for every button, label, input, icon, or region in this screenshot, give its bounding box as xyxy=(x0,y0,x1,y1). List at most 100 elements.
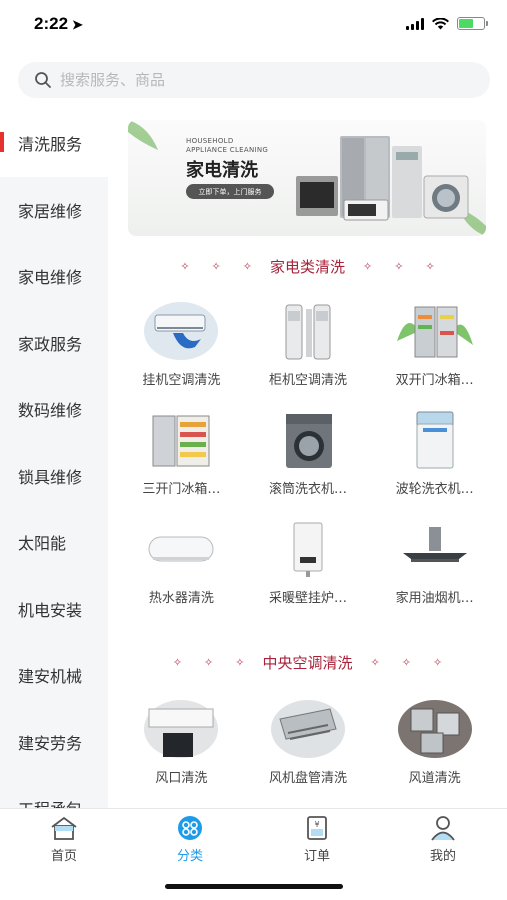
service-item[interactable]: 波轮洗衣机… xyxy=(371,404,498,513)
sidebar-item-home-repair[interactable]: 家居维修 xyxy=(0,177,108,244)
category-sidebar: 清洗服务 家居维修 家电维修 家政服务 数码维修 锁具维修 太阳能 机电安装 建… xyxy=(0,110,108,808)
sidebar-item-cleaning[interactable]: 清洗服务 xyxy=(0,110,108,177)
home-indicator[interactable] xyxy=(165,884,343,889)
service-item[interactable]: 柜机空调清洗 xyxy=(245,295,372,404)
search-icon xyxy=(35,72,51,88)
sidebar-item-label: 家电维修 xyxy=(18,268,83,288)
service-item-label: 风口清洗 xyxy=(155,771,208,786)
section-title-label: 中央空调清洗 xyxy=(262,653,353,672)
status-bar: 2:22 ➤ xyxy=(0,0,507,50)
banner-subtitle-en: APPLIANCE CLEANING xyxy=(186,146,269,154)
appliance-cleaning-banner[interactable]: HOUSEHOLD APPLIANCE CLEANING 家电清洗 立即下单，上… xyxy=(128,120,486,236)
profile-icon xyxy=(431,816,455,841)
sidebar-item-housekeeping[interactable]: 家政服务 xyxy=(0,310,108,377)
sidebar-item-label: 家政服务 xyxy=(18,334,83,354)
sidebar-item-contracting[interactable]: 工程承包 xyxy=(0,775,108,808)
service-item[interactable]: 风口清洗 xyxy=(118,693,245,802)
service-item[interactable]: 热水器清洗 xyxy=(118,513,245,622)
category-icon xyxy=(178,816,202,840)
sidebar-item-label: 数码维修 xyxy=(18,401,83,421)
sidebar-item-appliance-repair[interactable]: 家电维修 xyxy=(0,243,108,310)
service-item-label: 挂机空调清洗 xyxy=(142,373,221,388)
tab-label: 分类 xyxy=(176,849,203,864)
section-title-label: 家电类清洗 xyxy=(269,257,345,276)
cellular-signal-icon xyxy=(406,17,424,30)
banner-title: 家电清洗 xyxy=(186,160,258,181)
service-item[interactable]: 风道清洗 xyxy=(371,693,498,802)
wifi-icon xyxy=(432,17,449,29)
sidebar-item-lock-repair[interactable]: 锁具维修 xyxy=(0,443,108,510)
diamond-decoration-icon: ✧ ✧ ✧ xyxy=(370,655,443,669)
status-icons xyxy=(406,17,488,30)
sidebar-item-label: 工程承包 xyxy=(18,796,82,808)
search-bar[interactable] xyxy=(18,62,490,98)
service-item-label: 双开门冰箱… xyxy=(395,373,474,388)
tab-profile[interactable]: 我的 xyxy=(403,815,483,864)
service-item-label: 三开门冰箱… xyxy=(142,482,221,497)
sidebar-item-label: 锁具维修 xyxy=(18,467,83,487)
service-item-label: 家用油烟机… xyxy=(395,591,474,606)
service-item-label: 滚筒洗衣机… xyxy=(268,482,347,497)
sidebar-item-construction-machinery[interactable]: 建安机械 xyxy=(0,642,108,709)
battery-icon xyxy=(457,17,488,30)
tab-category[interactable]: 分类 xyxy=(150,815,230,864)
sidebar-item-solar[interactable]: 太阳能 xyxy=(0,509,108,576)
section-title-appliance: ✧ ✧ ✧ 家电类清洗 ✧ ✧ ✧ xyxy=(108,254,507,278)
range-hood-icon xyxy=(402,527,467,562)
tab-home[interactable]: 首页 xyxy=(24,815,104,864)
double-door-fridge-icon xyxy=(396,306,473,358)
order-icon: ¥ xyxy=(307,816,327,840)
service-item[interactable]: 挂机空调清洗 xyxy=(118,295,245,404)
wall-boiler-icon xyxy=(293,522,323,577)
air-duct-icon xyxy=(397,700,472,758)
service-item[interactable]: 风机盘管清洗 xyxy=(245,693,372,802)
triple-door-fridge-icon xyxy=(152,415,210,467)
appliances-illustration xyxy=(296,136,469,221)
sidebar-item-mep-install[interactable]: 机电安装 xyxy=(0,576,108,643)
category-content: HOUSEHOLD APPLIANCE CLEANING 家电清洗 立即下单，上… xyxy=(108,110,507,808)
service-item[interactable]: 三开门冰箱… xyxy=(118,404,245,513)
service-grid-central-ac: 风口清洗 风机盘管清洗 风道清洗 xyxy=(118,693,498,802)
sidebar-item-construction-labor[interactable]: 建安劳务 xyxy=(0,709,108,776)
leaf-decoration-icon xyxy=(128,120,158,150)
service-item-label: 热水器清洗 xyxy=(148,591,214,606)
service-item-label: 采暖壁挂炉… xyxy=(268,591,347,606)
sidebar-item-label: 机电安装 xyxy=(18,600,83,620)
service-item-label: 柜机空调清洗 xyxy=(268,373,347,388)
sidebar-item-label: 清洗服务 xyxy=(18,135,83,155)
service-item[interactable]: 双开门冰箱… xyxy=(371,295,498,404)
service-grid-appliance: 挂机空调清洗 柜机空调清洗 双开门冰箱… 三开门冰箱… 滚筒洗衣机… 波轮洗衣机… xyxy=(118,295,498,622)
sidebar-item-label: 家居维修 xyxy=(18,201,83,221)
wall-ac-icon xyxy=(144,302,219,360)
air-vent-icon xyxy=(144,700,219,758)
sidebar-item-label: 太阳能 xyxy=(18,534,67,554)
banner-subtitle-en: HOUSEHOLD xyxy=(186,137,234,145)
sidebar-item-label: 建安机械 xyxy=(18,667,83,687)
sidebar-item-digital-repair[interactable]: 数码维修 xyxy=(0,376,108,443)
tab-label: 首页 xyxy=(50,849,77,864)
fan-coil-icon xyxy=(270,700,345,758)
service-item[interactable]: 采暖壁挂炉… xyxy=(245,513,372,622)
top-load-washer-icon xyxy=(416,411,454,469)
section-title-central-ac: ✧ ✧ ✧ 中央空调清洗 ✧ ✧ ✧ xyxy=(108,650,507,674)
home-icon xyxy=(51,816,77,840)
water-heater-icon xyxy=(148,536,214,562)
service-item[interactable]: 家用油烟机… xyxy=(371,513,498,622)
svg-text:¥: ¥ xyxy=(314,820,319,829)
tab-label: 我的 xyxy=(429,849,456,864)
service-item-label: 波轮洗衣机… xyxy=(395,482,474,497)
location-arrow-icon: ➤ xyxy=(72,17,83,32)
sidebar-item-label: 建安劳务 xyxy=(18,733,83,753)
floor-ac-icon xyxy=(285,304,331,360)
diamond-decoration-icon: ✧ ✧ ✧ xyxy=(172,655,245,669)
drum-washer-icon xyxy=(285,414,332,468)
tab-label: 订单 xyxy=(303,849,330,864)
search-input[interactable] xyxy=(60,71,460,89)
diamond-decoration-icon: ✧ ✧ ✧ xyxy=(363,259,435,273)
service-item[interactable]: 滚筒洗衣机… xyxy=(245,404,372,513)
banner-order-button[interactable]: 立即下单，上门服务 xyxy=(186,184,274,199)
status-time: 2:22 ➤ xyxy=(34,14,83,33)
tab-orders[interactable]: ¥ 订单 xyxy=(277,815,357,864)
service-item-label: 风道清洗 xyxy=(408,771,461,786)
service-item-label: 风机盘管清洗 xyxy=(268,771,347,786)
